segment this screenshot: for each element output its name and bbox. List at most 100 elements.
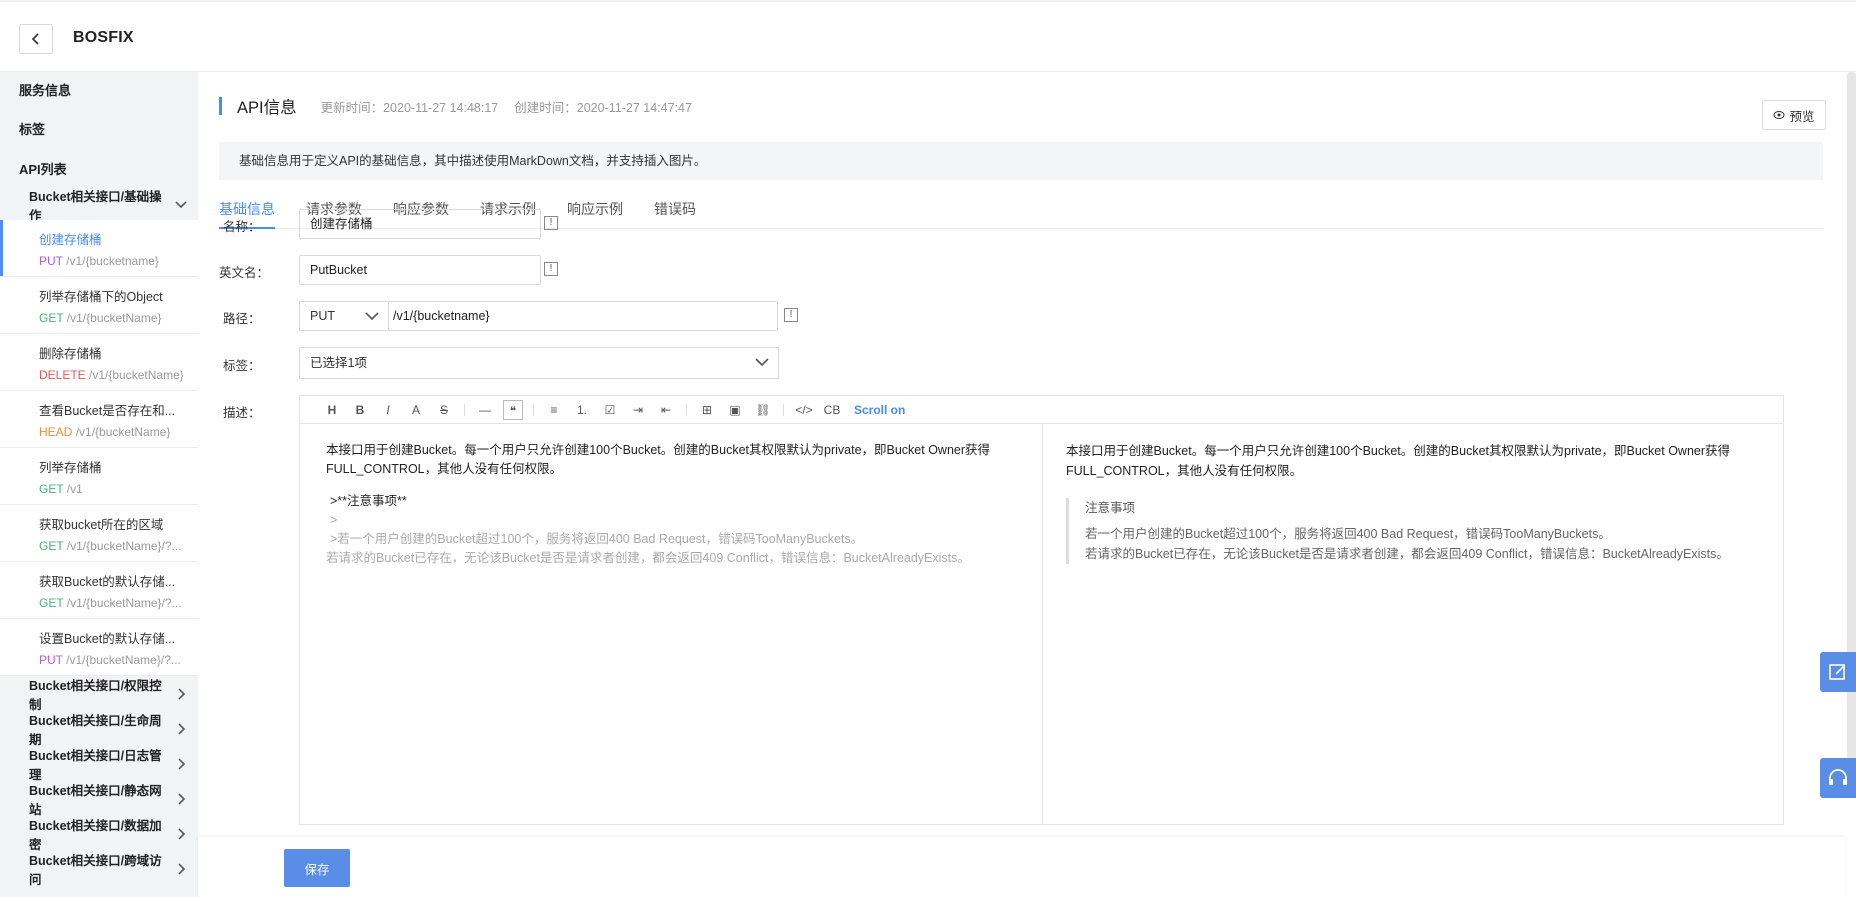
api-list: 创建存储桶 PUT /v1/{bucketname} 列举存储桶下的Object GE… <box>0 220 198 676</box>
tab-response-example[interactable]: 响应示例 <box>567 192 623 229</box>
editor-source-pane[interactable]: 本接口用于创建Bucket。每一个用户只允许创建100个Bucket。创建的Bu… <box>300 424 1043 824</box>
chevron-down-icon <box>175 201 187 209</box>
source-line: > <box>330 513 338 527</box>
api-list-item[interactable]: 获取bucket所在的区域 GET /v1/{bucketName}/?... <box>0 505 198 562</box>
feedback-button[interactable] <box>1820 652 1856 692</box>
preview-blockquote: 注意事项 若一个用户创建的Bucket超过100个，服务将返回400 Bad R… <box>1066 498 1757 564</box>
chevron-right-icon <box>178 687 186 700</box>
path-input[interactable]: /v1/{bucketname} <box>388 301 778 331</box>
http-method-badge: PUT <box>39 653 63 667</box>
api-endpoint: HEAD /v1/{bucketName} <box>39 425 198 439</box>
section-title: API信息 <box>237 99 297 117</box>
api-endpoint: GET /v1 <box>39 482 198 496</box>
headset-icon <box>1829 769 1847 785</box>
save-button[interactable]: 保存 <box>284 849 350 887</box>
preview-paragraph: 本接口用于创建Bucket。每一个用户只允许创建100个Bucket。创建的Bu… <box>1066 444 1731 478</box>
editor-preview-pane: 本接口用于创建Bucket。每一个用户只允许创建100个Bucket。创建的Bu… <box>1043 424 1783 824</box>
tag-label: 标签： <box>223 359 261 373</box>
section-header: API信息 更新时间：2020-11-27 14:48:17 创建时间：2020… <box>219 97 708 117</box>
group-label: Bucket相关接口/权限控制 <box>29 678 162 712</box>
sidebar-group[interactable]: Bucket相关接口/权限控制 <box>0 676 198 712</box>
numbered-list-icon[interactable]: 1. <box>568 400 596 420</box>
api-name: 获取bucket所在的区域 <box>39 518 164 532</box>
sidebar-group-basic-ops[interactable]: Bucket相关接口/基础操作 <box>0 190 198 223</box>
chevron-right-icon <box>178 827 186 840</box>
api-list-item[interactable]: 删除存储桶 DELETE /v1/{bucketName} <box>0 334 198 391</box>
edit-icon <box>1829 664 1846 680</box>
group-list: Bucket相关接口/权限控制 Bucket相关接口/生命周期 Bucket相关接口… <box>0 676 198 887</box>
info-icon: ! <box>784 308 798 322</box>
code-block-icon[interactable]: CB <box>818 400 846 420</box>
sidebar-item-service-info[interactable]: 服务信息 <box>0 72 198 110</box>
section-accent-bar <box>219 97 222 115</box>
toolbar-divider <box>783 403 784 416</box>
api-list-item[interactable]: 获取Bucket的默认存储... GET /v1/{bucketName}/?..… <box>0 562 198 619</box>
en-name-input[interactable]: PutBucket <box>299 255 541 285</box>
main-content: API信息 更新时间：2020-11-27 14:48:17 创建时间：2020… <box>198 72 1845 897</box>
quote-line: 若一个用户创建的Bucket超过100个，服务将返回400 Bad Reques… <box>1085 527 1611 541</box>
sidebar-group[interactable]: Bucket相关接口/静态网站 <box>0 781 198 817</box>
table-icon[interactable]: ⊞ <box>693 400 721 420</box>
api-path: /v1/{bucketName} <box>75 425 171 439</box>
bold-icon[interactable]: B <box>346 400 374 420</box>
api-path: /v1 <box>66 482 83 496</box>
code-icon[interactable]: </> <box>790 400 818 420</box>
group-label: Bucket相关接口/静态网站 <box>29 783 162 817</box>
sidebar-item-api-list[interactable]: API列表 <box>0 150 198 190</box>
app-title: BOSFIX <box>73 29 134 46</box>
horizontal-rule-icon[interactable]: — <box>471 400 499 420</box>
bullet-list-icon[interactable]: ≡ <box>540 400 568 420</box>
sidebar: 服务信息 标签 API列表 Bucket相关接口/基础操作 创建存储桶 PUT /… <box>0 72 198 897</box>
en-name-label: 英文名： <box>219 266 270 280</box>
api-list-item[interactable]: 设置Bucket的默认存储... PUT /v1/{bucketName}/?..… <box>0 619 198 676</box>
name-label: 名称： <box>223 220 261 234</box>
image-icon[interactable]: ▣ <box>721 400 749 420</box>
api-list-item[interactable]: 创建存储桶 PUT /v1/{bucketname} <box>0 220 198 277</box>
api-name: 设置Bucket的默认存储... <box>39 632 176 646</box>
quote-line: 若请求的Bucket已存在，无论该Bucket是否是请求者创建，都会返回409 … <box>1085 547 1729 561</box>
sidebar-group[interactable]: Bucket相关接口/数据加密 <box>0 816 198 852</box>
http-method-badge: GET <box>39 482 64 496</box>
chevron-right-icon <box>178 792 186 805</box>
chevron-right-icon <box>178 862 186 875</box>
sidebar-group[interactable]: Bucket相关接口/日志管理 <box>0 746 198 782</box>
sidebar-group[interactable]: Bucket相关接口/生命周期 <box>0 711 198 747</box>
source-line: >若一个用户创建的Bucket超过100个，服务将返回400 Bad Reque… <box>330 532 864 546</box>
toolbar-divider <box>686 403 687 416</box>
scroll-sync-toggle[interactable]: Scroll on <box>854 403 905 417</box>
info-icon: ! <box>544 262 558 276</box>
editor-toolbar: H B I A S — ❝ ≡ 1. ☑ ⇥ ⇤ ⊞ ▣ ⛓ </> CB Sc… <box>300 396 1783 424</box>
support-button[interactable] <box>1820 758 1856 798</box>
indent-icon[interactable]: ⇥ <box>624 400 652 420</box>
method-select[interactable]: PUT <box>299 301 388 331</box>
api-list-item[interactable]: 列举存储桶下的Object GET /v1/{bucketName} <box>0 277 198 334</box>
back-button[interactable] <box>19 24 53 54</box>
preview-button[interactable]: 预览 <box>1762 100 1826 130</box>
tab-error-codes[interactable]: 错误码 <box>654 192 696 229</box>
api-list-item[interactable]: 列举存储桶 GET /v1 <box>0 448 198 505</box>
tag-select[interactable]: 已选择1项 <box>299 347 779 379</box>
chevron-down-icon <box>755 358 769 367</box>
api-list-item[interactable]: 查看Bucket是否存在和... HEAD /v1/{bucketName} <box>0 391 198 448</box>
checklist-icon[interactable]: ☑ <box>596 400 624 420</box>
updated-time: 更新时间：2020-11-27 14:48:17 <box>320 100 499 115</box>
toolbar-divider <box>464 403 465 416</box>
heading-icon[interactable]: H <box>318 400 346 420</box>
link-icon[interactable]: ⛓ <box>749 400 777 420</box>
font-color-icon[interactable]: A <box>402 400 430 420</box>
name-input[interactable]: 创建存储桶 <box>299 209 541 239</box>
chevron-right-icon <box>178 722 186 735</box>
italic-icon[interactable]: I <box>374 400 402 420</box>
api-name: 查看Bucket是否存在和... <box>39 404 176 418</box>
source-line: 若请求的Bucket已存在，无论该Bucket是否是请求者创建，都会返回409 … <box>326 551 970 565</box>
api-endpoint: PUT /v1/{bucketname} <box>39 254 198 268</box>
group-label: Bucket相关接口/数据加密 <box>29 818 162 852</box>
api-endpoint: DELETE /v1/{bucketName} <box>39 368 198 382</box>
outdent-icon[interactable]: ⇤ <box>652 400 680 420</box>
quote-icon[interactable]: ❝ <box>503 399 523 420</box>
sidebar-item-tags[interactable]: 标签 <box>0 110 198 150</box>
http-method-badge: GET <box>39 596 64 610</box>
sidebar-group[interactable]: Bucket相关接口/跨域访问 <box>0 851 198 887</box>
strikethrough-icon[interactable]: S <box>430 400 458 420</box>
